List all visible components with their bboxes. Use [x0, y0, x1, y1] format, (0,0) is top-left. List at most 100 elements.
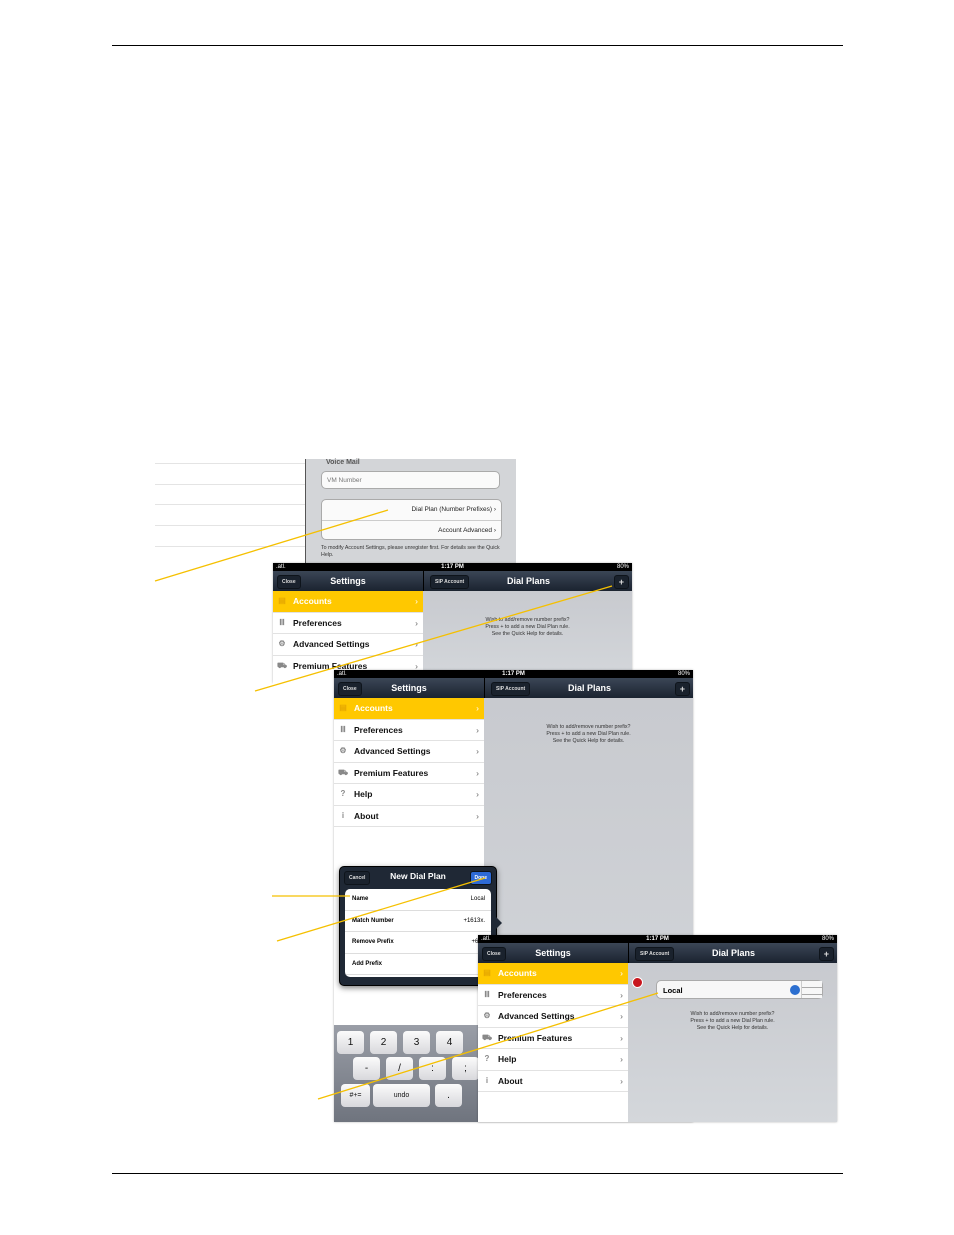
dial-plans-hint: Wish to add/remove number prefix? Press +…	[423, 617, 632, 638]
menu-item-premium-features[interactable]: ⛟ Premium Features ›	[478, 1028, 628, 1049]
menu-item-preferences[interactable]: Ⅲ Preferences ›	[478, 985, 628, 1006]
chevron-right-icon: ›	[620, 968, 623, 978]
unregister-note: To modify Account Settings, please unreg…	[321, 545, 500, 558]
form-row-add-prefix[interactable]: Add Prefix9	[345, 954, 491, 975]
key-/[interactable]: /	[386, 1057, 413, 1080]
menu-item-preferences[interactable]: Ⅲ Preferences ›	[334, 720, 484, 741]
menu-item-premium-features[interactable]: ⛟ Premium Features ›	[334, 763, 484, 784]
dial-plan-label: Dial Plan (Number Prefixes)	[411, 506, 493, 513]
form-row-match-number[interactable]: Match Number +1613x.	[345, 911, 491, 932]
menu-item-label: Preferences	[498, 989, 547, 1000]
menu-item-label: Advanced Settings	[293, 639, 370, 649]
battery-indicator: 80%	[821, 936, 834, 942]
close-button[interactable]: Close	[482, 947, 506, 961]
chevron-right-icon: ›	[476, 810, 479, 821]
gears-icon: ⚙	[339, 746, 347, 755]
status-bar: .atl. 1:17 PM 80%	[478, 935, 837, 943]
dial-plans-hint: Wish to add/remove number prefix? Press +…	[628, 1011, 837, 1032]
preferences-icon: Ⅲ	[484, 989, 490, 999]
dial-plan-form: Name Local Match Number +1613x. Remove Prefi…	[345, 889, 491, 977]
menu-item-accounts[interactable]: ▤ Accounts ›	[334, 698, 484, 720]
gears-icon: ⚙	[278, 639, 286, 648]
menu-item-advanced-settings[interactable]: ⚙ Advanced Settings ›	[334, 741, 484, 763]
hint-line: Wish to add/remove number prefix?	[485, 617, 570, 623]
account-settings-screenshot: Voice Mail VM Number Dial Plan (Number P…	[305, 459, 516, 565]
menu-item-help[interactable]: ? Help ›	[334, 784, 484, 806]
account-advanced-link[interactable]: Account Advanced ›	[322, 521, 501, 540]
keyboard: 1 2 3 4 - /:; #+= undo.	[334, 1025, 484, 1122]
chevron-right-icon: ›	[476, 789, 479, 799]
dial-plan-entry-local[interactable]: Local	[656, 980, 823, 999]
key-;[interactable]: ;	[452, 1057, 479, 1080]
form-row-remove-prefix[interactable]: Remove Prefix+613	[345, 932, 491, 954]
add-dial-plan-button[interactable]: +	[818, 947, 834, 961]
add-dial-plan-button[interactable]: +	[613, 575, 629, 589]
dial-plan-link[interactable]: Dial Plan (Number Prefixes) ›	[322, 500, 501, 521]
field-value: +1613x.	[463, 917, 485, 924]
new-dial-plan-popover: New Dial Plan Cancel Done Name Local Match Nu…	[339, 866, 497, 986]
menu-item-help[interactable]: ? Help ›	[478, 1049, 628, 1071]
dial-plans-nav-bar: Dial Plans SIP Account +	[423, 571, 632, 591]
menu-item-advanced-settings[interactable]: ⚙ Advanced Settings ›	[478, 1006, 628, 1028]
menu-item-preferences[interactable]: Ⅲ Preferences ›	[273, 613, 423, 634]
settings-nav-bar: Settings Close	[273, 571, 423, 591]
accounts-icon: ▤	[483, 968, 491, 977]
form-row-name[interactable]: Name Local	[345, 889, 491, 911]
preferences-icon: Ⅲ	[340, 724, 346, 734]
menu-item-about[interactable]: i About ›	[334, 806, 484, 827]
menu-item-about[interactable]: i About ›	[478, 1071, 628, 1092]
battery-indicator: 80%	[616, 564, 629, 570]
add-dial-plan-button[interactable]: +	[674, 682, 690, 696]
key-3[interactable]: 3	[403, 1031, 430, 1054]
chevron-right-icon: ›	[620, 1011, 623, 1021]
hint-line: Wish to add/remove number prefix?	[546, 724, 631, 730]
done-button[interactable]: Done	[469, 871, 492, 885]
key--[interactable]: -	[353, 1057, 380, 1080]
menu-item-label: Accounts	[293, 596, 332, 606]
chevron-right-icon: ›	[476, 724, 479, 735]
status-time: 1:17 PM	[502, 671, 525, 677]
status-time: 1:17 PM	[441, 564, 464, 570]
key-undo[interactable]: undo	[373, 1084, 430, 1107]
accounts-icon: ▤	[278, 596, 286, 605]
settings-menu: ▤ Accounts › Ⅲ Preferences › ⚙ Advanced Setting…	[478, 963, 629, 1122]
voice-mail-heading: Voice Mail	[326, 459, 360, 466]
menu-item-label: Accounts	[354, 703, 393, 713]
menu-item-label: Premium Features	[293, 660, 368, 671]
reorder-handle-icon[interactable]	[801, 981, 822, 998]
hint-line: Wish to add/remove number prefix?	[690, 1011, 775, 1017]
cart-icon: ⛟	[482, 1032, 493, 1042]
menu-item-label: Advanced Settings	[498, 1011, 575, 1021]
menu-item-accounts[interactable]: ▤ Accounts ›	[478, 963, 628, 985]
menu-item-advanced-settings[interactable]: ⚙ Advanced Settings ›	[273, 634, 423, 656]
vm-number-field[interactable]: VM Number	[321, 471, 500, 489]
hint-line: See the Quick Help for details.	[552, 738, 625, 744]
delete-entry-icon[interactable]	[632, 977, 643, 988]
hint-line: See the Quick Help for details.	[696, 1025, 769, 1031]
chevron-right-icon: ›	[415, 639, 418, 649]
key-#+=[interactable]: #+=	[341, 1084, 370, 1107]
status-time: 1:17 PM	[646, 936, 669, 942]
detail-disclosure-icon[interactable]	[790, 985, 800, 995]
close-button[interactable]: Close	[277, 575, 301, 589]
sip-account-back-button[interactable]: SIP Account	[430, 575, 470, 589]
key-2[interactable]: 2	[370, 1031, 397, 1054]
sip-account-back-button[interactable]: SIP Account	[635, 947, 675, 961]
cancel-button[interactable]: Cancel	[344, 871, 371, 885]
key-:[interactable]: :	[419, 1057, 446, 1080]
cart-icon: ⛟	[277, 660, 288, 670]
menu-item-accounts[interactable]: ▤ Accounts ›	[273, 591, 423, 613]
field-label: Match Number	[352, 917, 394, 924]
dial-plans-nav-bar: Dial Plans SIP Account +	[484, 678, 693, 698]
shot2-menu-overflow	[273, 676, 334, 718]
key-.[interactable]: .	[435, 1084, 462, 1107]
menu-item-label: Premium Features	[498, 1032, 573, 1043]
info-icon: i	[485, 1075, 489, 1085]
faded-list-background	[155, 459, 305, 565]
key-4[interactable]: 4	[436, 1031, 463, 1054]
close-button[interactable]: Close	[338, 682, 362, 696]
key-1[interactable]: 1	[337, 1031, 364, 1054]
sip-account-back-button[interactable]: SIP Account	[491, 682, 531, 696]
entry-label: Local	[663, 986, 683, 995]
chevron-right-icon: ›	[415, 596, 418, 606]
